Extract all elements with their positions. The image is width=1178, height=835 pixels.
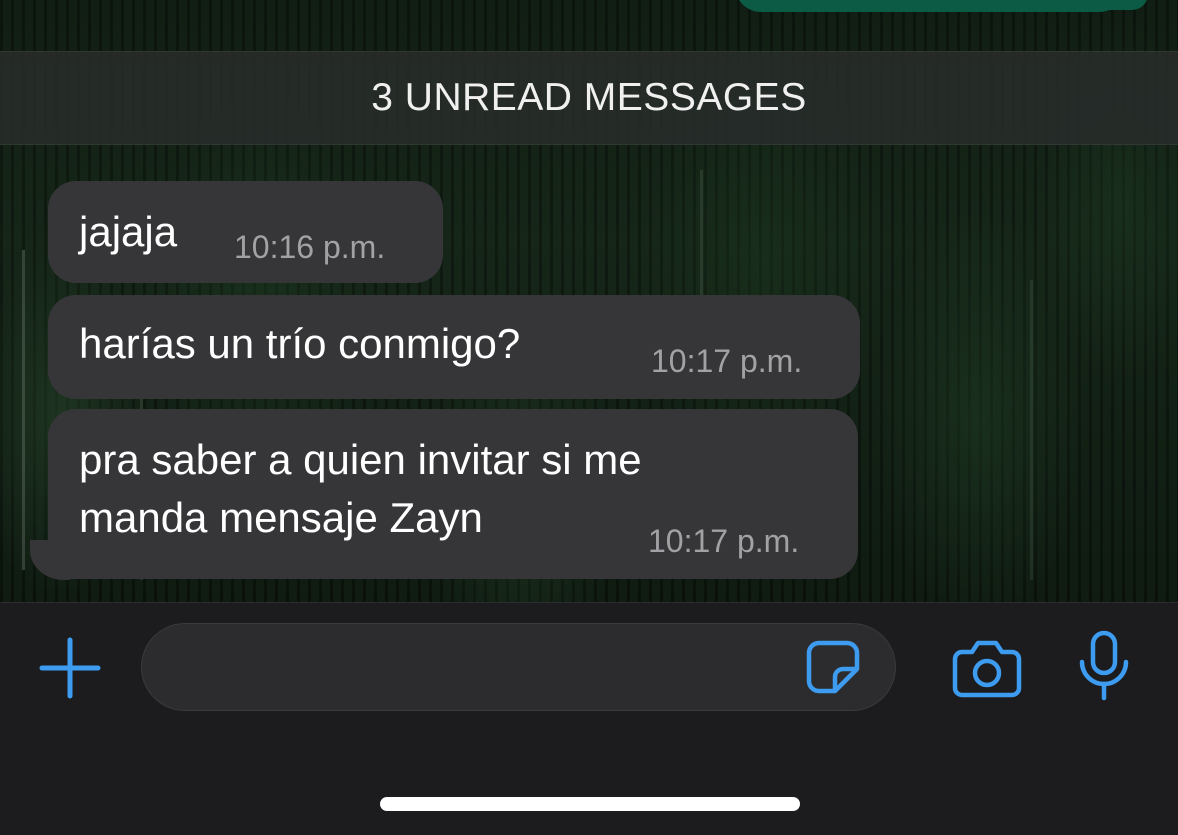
message-timestamp: 10:17 p.m. [651, 343, 803, 379]
wallpaper-tree [22, 250, 25, 570]
message-input-container[interactable] [141, 623, 896, 711]
outgoing-message-bubble[interactable] [735, 0, 1125, 12]
camera-icon [952, 640, 1022, 698]
unread-messages-label: 3 UNREAD MESSAGES [371, 76, 807, 119]
attach-plus-button[interactable] [38, 636, 102, 700]
voice-message-button[interactable] [1077, 630, 1131, 702]
sticker-button[interactable] [805, 639, 861, 695]
incoming-message-bubble[interactable]: pra saber a quien invitar si me manda me… [48, 409, 858, 579]
chat-screen: 3 UNREAD MESSAGES jajaja 10:16 p.m. harí… [0, 0, 1178, 835]
sticker-icon [806, 640, 860, 694]
message-text: harías un trío conmigo? [79, 320, 521, 367]
message-input[interactable] [170, 644, 794, 692]
microphone-icon [1079, 630, 1129, 701]
camera-button[interactable] [952, 638, 1022, 698]
incoming-message-bubble[interactable]: jajaja 10:16 p.m. [48, 181, 443, 283]
plus-icon [39, 637, 101, 699]
unread-messages-banner: 3 UNREAD MESSAGES [0, 51, 1178, 145]
message-text: jajaja [79, 208, 178, 255]
home-indicator[interactable] [380, 797, 800, 811]
incoming-message-bubble[interactable]: harías un trío conmigo? 10:17 p.m. [48, 295, 860, 399]
wallpaper-tree [1030, 280, 1033, 580]
message-timestamp: 10:16 p.m. [234, 229, 386, 265]
message-text: pra saber a quien invitar si me manda me… [79, 436, 642, 541]
message-timestamp: 10:17 p.m. [648, 523, 800, 559]
